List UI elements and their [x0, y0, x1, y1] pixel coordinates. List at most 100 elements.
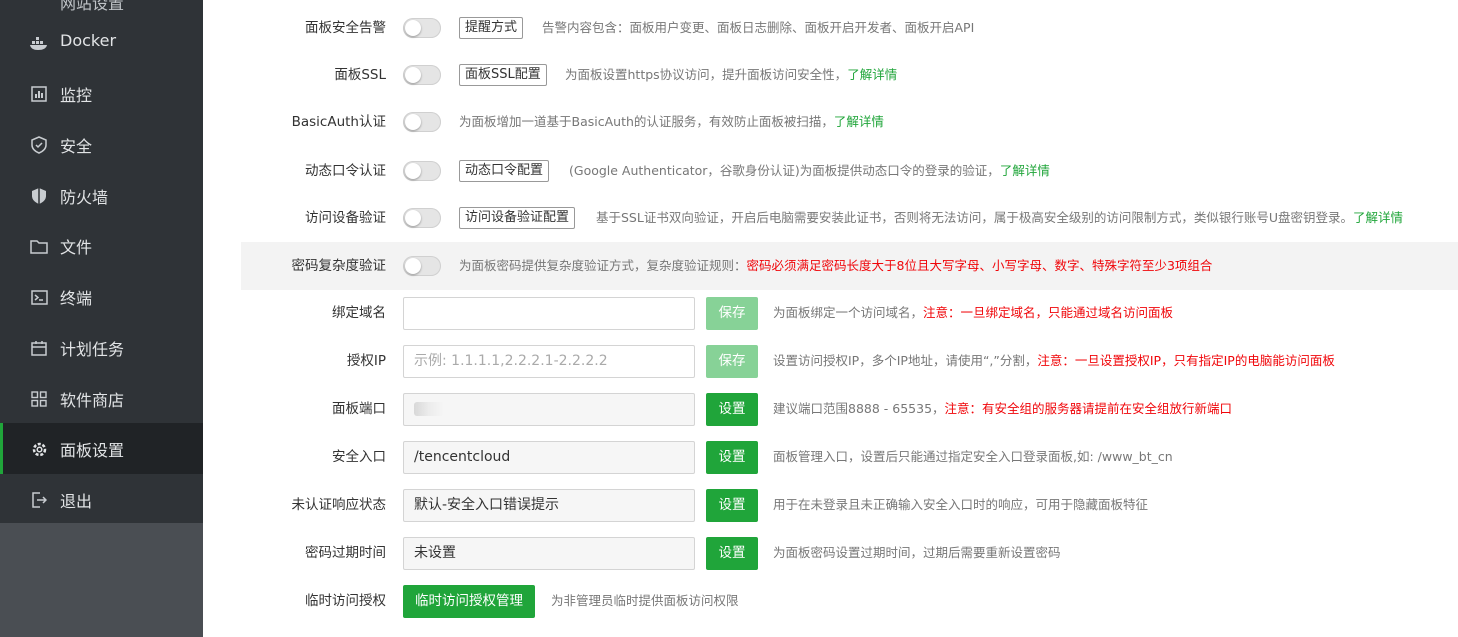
- sidebar-item-label: 文件: [60, 238, 93, 257]
- setting-row-temp-access: 临时访问授权 临时访问授权管理 为非管理员临时提供面板访问权限: [241, 577, 1458, 625]
- device-verify-config-button[interactable]: 访问设备验证配置: [459, 207, 576, 229]
- sidebar-item-security[interactable]: 安全: [0, 119, 203, 170]
- learn-more-link[interactable]: 了解详情: [834, 114, 884, 129]
- 2fa-toggle[interactable]: [403, 161, 441, 181]
- setting-description: 为面板设置https协议访问，提升面板访问安全性，了解详情: [565, 67, 898, 82]
- authorized-ip-input[interactable]: 示例: 1.1.1.1,2.2.2.1-2.2.2.2: [403, 345, 695, 378]
- password-expire-input[interactable]: 未设置: [403, 537, 695, 570]
- logout-icon: [30, 491, 48, 509]
- setting-label: 安全入口: [332, 449, 386, 465]
- firewall-icon: [30, 187, 48, 205]
- setting-description: 基于SSL证书双向验证，开启后电脑需要安装此证书，否则将无法访问，属于极高安全级…: [596, 210, 1404, 225]
- shield-icon: [30, 136, 48, 154]
- sidebar-item-firewall[interactable]: 防火墙: [0, 170, 203, 221]
- setting-description: 为面板绑定一个访问域名，注意：一旦绑定域名，只能通过域名访问面板: [773, 305, 1174, 320]
- setting-row-security-alert: 面板安全告警 提醒方式 告警内容包含：面板用户变更、面板日志删除、面板开启开发者…: [241, 4, 1458, 52]
- setting-label: 授权IP: [346, 353, 386, 369]
- sidebar-item-panel-settings[interactable]: 面板设置: [0, 423, 203, 474]
- password-expire-set-button[interactable]: 设置: [706, 537, 758, 570]
- domain-save-button[interactable]: 保存: [706, 297, 758, 330]
- learn-more-link[interactable]: 了解详情: [1353, 210, 1403, 225]
- setting-row-ssl: 面板SSL 面板SSL配置 为面板设置https协议访问，提升面板访问安全性，了…: [241, 51, 1458, 99]
- setting-label: 访问设备验证: [305, 210, 386, 226]
- folder-icon: [30, 237, 48, 255]
- alert-method-button[interactable]: 提醒方式: [459, 17, 524, 39]
- setting-row-domain: 绑定域名 保存 为面板绑定一个访问域名，注意：一旦绑定域名，只能通过域名访问面板: [241, 289, 1458, 337]
- setting-row-port: 面板端口 设置 建议端口范围8888 - 65535，注意：有安全组的服务器请提…: [241, 385, 1458, 433]
- setting-description: 为面板密码设置过期时间，过期后需要重新设置密码: [773, 545, 1061, 560]
- ip-save-button[interactable]: 保存: [706, 345, 758, 378]
- setting-label: 绑定域名: [332, 305, 386, 321]
- learn-more-link[interactable]: 了解详情: [847, 67, 897, 82]
- sidebar-item-label: Docker: [60, 31, 117, 50]
- setting-row-basicauth: BasicAuth认证 为面板增加一道基于BasicAuth的认证服务，有效防止…: [241, 98, 1458, 146]
- setting-label: BasicAuth认证: [291, 114, 386, 130]
- setting-row-authorized-ip: 授权IP 示例: 1.1.1.1,2.2.2.1-2.2.2.2 保存 设置访问…: [241, 337, 1458, 385]
- redacted-value: [414, 402, 444, 416]
- domain-input[interactable]: [403, 297, 695, 330]
- sidebar-item-label: 防火墙: [60, 188, 109, 207]
- setting-description: 为非管理员临时提供面板访问权限: [551, 593, 739, 608]
- sidebar-item-docker[interactable]: Docker: [0, 17, 203, 68]
- sidebar-item-terminal[interactable]: 终端: [0, 271, 203, 322]
- sidebar-item-label: 安全: [60, 137, 93, 156]
- sidebar-item-files[interactable]: 文件: [0, 220, 203, 271]
- setting-label: 未认证响应状态: [291, 497, 387, 513]
- setting-label: 面板SSL: [334, 67, 386, 83]
- terminal-icon: [30, 288, 48, 306]
- setting-row-password-expire: 密码过期时间 未设置 设置 为面板密码设置过期时间，过期后需要重新设置密码: [241, 529, 1458, 577]
- sidebar-item-store[interactable]: 软件商店: [0, 373, 203, 424]
- setting-description: 为面板增加一道基于BasicAuth的认证服务，有效防止面板被扫描，了解详情: [459, 114, 884, 129]
- gear-icon: [30, 440, 48, 458]
- setting-description: 用于在未登录且未正确输入安全入口时的响应，可用于隐藏面板特征: [773, 497, 1149, 512]
- sidebar-item-cron[interactable]: 计划任务: [0, 322, 203, 373]
- grid-icon: [30, 390, 48, 408]
- basicauth-toggle[interactable]: [403, 112, 441, 132]
- ssl-toggle[interactable]: [403, 65, 441, 85]
- setting-description: 为面板密码提供复杂度验证方式，复杂度验证规则：密码必须满足密码长度大于8位且大写…: [459, 258, 1213, 273]
- port-input[interactable]: [403, 393, 695, 426]
- monitor-icon: [30, 85, 48, 103]
- security-entry-input[interactable]: /tencentcloud: [403, 441, 695, 474]
- setting-label: 面板安全告警: [305, 20, 386, 36]
- security-alert-toggle[interactable]: [403, 18, 441, 38]
- learn-more-link[interactable]: 了解详情: [1000, 163, 1050, 178]
- setting-row-device-verify: 访问设备验证 访问设备验证配置 基于SSL证书双向验证，开启后电脑需要安装此证书…: [241, 194, 1458, 242]
- sidebar-item-label: 面板设置: [60, 441, 125, 460]
- setting-description: 建议端口范围8888 - 65535，注意：有安全组的服务器请提前在安全组放行新…: [773, 401, 1233, 416]
- sidebar-footer: [0, 523, 203, 637]
- sidebar-item-label: 监控: [60, 86, 93, 105]
- setting-label: 密码复杂度验证: [291, 258, 387, 274]
- setting-label: 面板端口: [332, 401, 386, 417]
- 2fa-config-button[interactable]: 动态口令配置: [459, 160, 550, 182]
- sidebar-item-label: 软件商店: [60, 391, 125, 410]
- sidebar-item-logout[interactable]: 退出: [0, 474, 203, 525]
- unauth-response-input[interactable]: 默认-安全入口错误提示: [403, 489, 695, 522]
- sidebar-item-monitor[interactable]: 监控: [0, 68, 203, 119]
- sidebar-item-label: 退出: [60, 492, 93, 511]
- setting-row-password-complexity: 密码复杂度验证 为面板密码提供复杂度验证方式，复杂度验证规则：密码必须满足密码长…: [241, 242, 1458, 290]
- setting-row-security-entry: 安全入口 /tencentcloud 设置 面板管理入口，设置后只能通过指定安全…: [241, 433, 1458, 481]
- setting-label: 动态口令认证: [305, 163, 386, 179]
- port-set-button[interactable]: 设置: [706, 393, 758, 426]
- setting-row-unauth-response: 未认证响应状态 默认-安全入口错误提示 设置 用于在未登录且未正确输入安全入口时…: [241, 481, 1458, 529]
- setting-description: (Google Authenticator，谷歌身份认证)为面板提供动态口令的登…: [569, 163, 1050, 178]
- setting-label: 密码过期时间: [305, 545, 386, 561]
- calendar-icon: [30, 339, 48, 357]
- sidebar-item-label: 计划任务: [60, 340, 125, 359]
- ssl-config-button[interactable]: 面板SSL配置: [459, 64, 547, 86]
- unauth-set-button[interactable]: 设置: [706, 489, 758, 522]
- setting-description: 告警内容包含：面板用户变更、面板日志删除、面板开启开发者、面板开启API: [542, 20, 975, 35]
- password-complexity-toggle[interactable]: [403, 256, 441, 276]
- setting-description: 面板管理入口，设置后只能通过指定安全入口登录面板,如: /www_bt_cn: [773, 449, 1173, 464]
- setting-label: 临时访问授权: [305, 593, 386, 609]
- device-verify-toggle[interactable]: [403, 208, 441, 228]
- sidebar: 网站设置 Docker 监控 安全 防火墙 文件 终端 计划任务 软件商店 面板…: [0, 0, 203, 637]
- temp-access-manage-button[interactable]: 临时访问授权管理: [403, 585, 535, 618]
- setting-row-2fa: 动态口令认证 动态口令配置 (Google Authenticator，谷歌身份…: [241, 147, 1458, 195]
- setting-description: 设置访问授权IP，多个IP地址，请使用“,”分割，注意：一旦设置授权IP，只有指…: [773, 353, 1335, 368]
- docker-icon: [30, 34, 48, 52]
- entry-set-button[interactable]: 设置: [706, 441, 758, 474]
- sidebar-item-label: 终端: [60, 289, 93, 308]
- sidebar-partial-item[interactable]: 网站设置: [60, 0, 124, 14]
